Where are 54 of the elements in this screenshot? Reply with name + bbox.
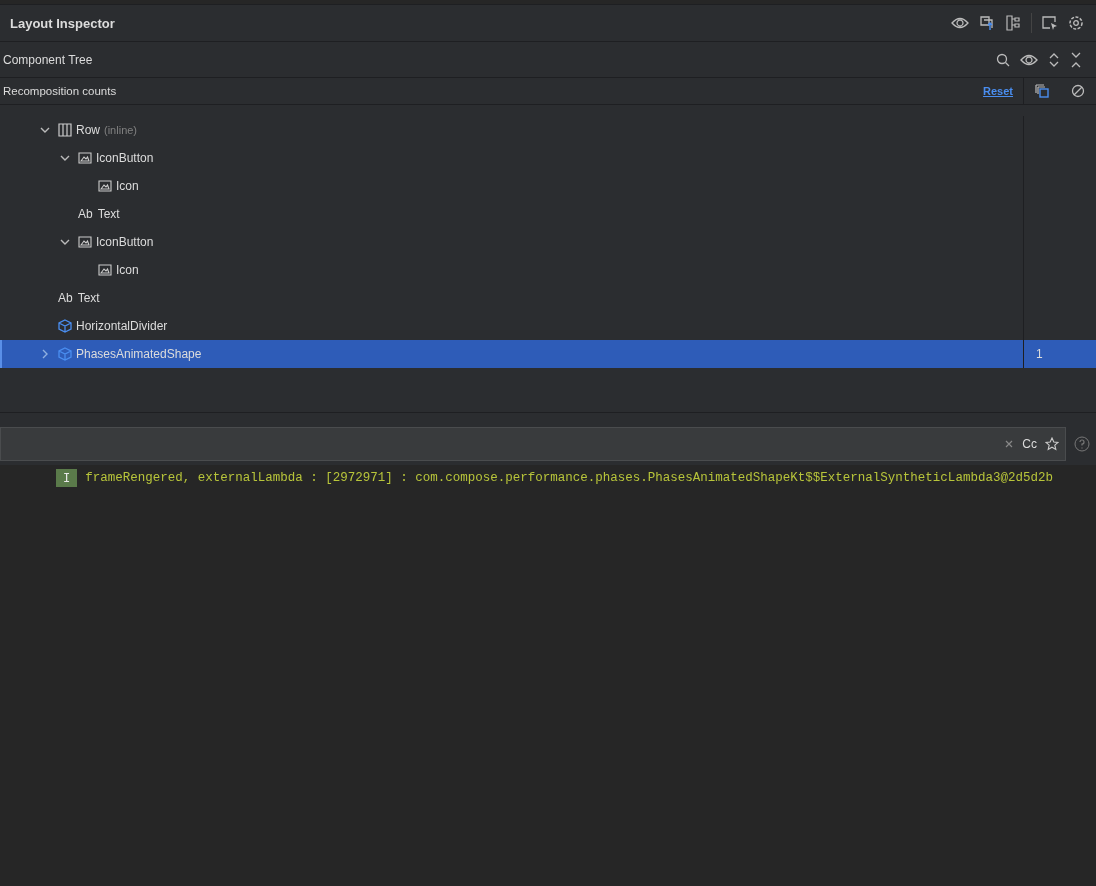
window-title: Layout Inspector <box>10 15 115 31</box>
search-icon[interactable] <box>996 52 1010 67</box>
node-name: Row <box>76 123 100 137</box>
eye-icon[interactable] <box>951 16 969 30</box>
node-name: Text <box>97 207 120 221</box>
node-detail: (inline) <box>104 124 138 136</box>
node-name: Text <box>77 291 100 305</box>
section-title: Recomposition counts <box>3 85 118 97</box>
cube-icon <box>58 319 72 333</box>
layers-icon[interactable] <box>979 15 995 31</box>
node-name: IconButton <box>96 235 154 249</box>
expand-all-icon[interactable] <box>1048 51 1060 68</box>
hierarchy-icon[interactable] <box>1005 15 1021 31</box>
chevron-right-icon[interactable] <box>41 349 49 359</box>
tree-row[interactable]: PhasesAnimatedShape 1 <box>0 340 1096 368</box>
log-level-badge: I <box>56 469 78 487</box>
recomposition-count: 1 <box>1036 347 1043 361</box>
match-case-toggle[interactable]: Cc <box>1022 437 1037 451</box>
help-icon[interactable] <box>1074 436 1090 452</box>
tree-row[interactable]: Icon <box>0 172 1096 200</box>
image-icon <box>78 236 92 248</box>
node-name: PhasesAnimatedShape <box>76 347 202 361</box>
tree-row[interactable]: IconButton <box>0 228 1096 256</box>
chevron-down-icon[interactable] <box>60 238 70 246</box>
eye-icon[interactable] <box>1020 52 1038 67</box>
star-icon[interactable] <box>1045 437 1059 451</box>
cube-icon <box>58 347 72 361</box>
node-name: IconButton <box>96 151 154 165</box>
node-name: Icon <box>116 179 139 193</box>
image-icon <box>98 264 112 276</box>
tree-row[interactable]: IconButton <box>0 144 1096 172</box>
reset-link[interactable]: Reset <box>983 85 1013 97</box>
image-icon <box>78 152 92 164</box>
tree-row[interactable]: Row (inline) <box>0 116 1096 144</box>
collapse-all-icon[interactable] <box>1070 51 1082 68</box>
filter-field[interactable]: Cc <box>0 427 1066 461</box>
node-name: HorizontalDivider <box>76 319 168 333</box>
panel-title: Component Tree <box>3 52 93 67</box>
columns-icon <box>58 123 72 137</box>
chevron-down-icon[interactable] <box>60 154 70 162</box>
tree-row[interactable]: Icon <box>0 256 1096 284</box>
log-message: frameRengered, externalLambda : [2972971] : com.compose.performance.phases.PhasesAnimatedShapeKt$$ExternalSyntheticLambda3@2d5d2b <box>85 471 1053 485</box>
close-icon[interactable] <box>1004 439 1015 449</box>
copy-icon[interactable] <box>1035 84 1049 98</box>
settings-icon[interactable] <box>1068 15 1084 31</box>
select-pointer-icon[interactable] <box>1042 15 1058 31</box>
chevron-down-icon[interactable] <box>40 126 50 134</box>
text-type-icon: Ab <box>78 207 93 221</box>
tree-row[interactable]: Ab Text <box>0 200 1096 228</box>
text-type-icon: Ab <box>58 291 73 305</box>
image-icon <box>98 180 112 192</box>
node-name: Icon <box>116 263 139 277</box>
tree-row[interactable]: Ab Text <box>0 284 1096 312</box>
clear-icon[interactable] <box>1071 84 1085 98</box>
